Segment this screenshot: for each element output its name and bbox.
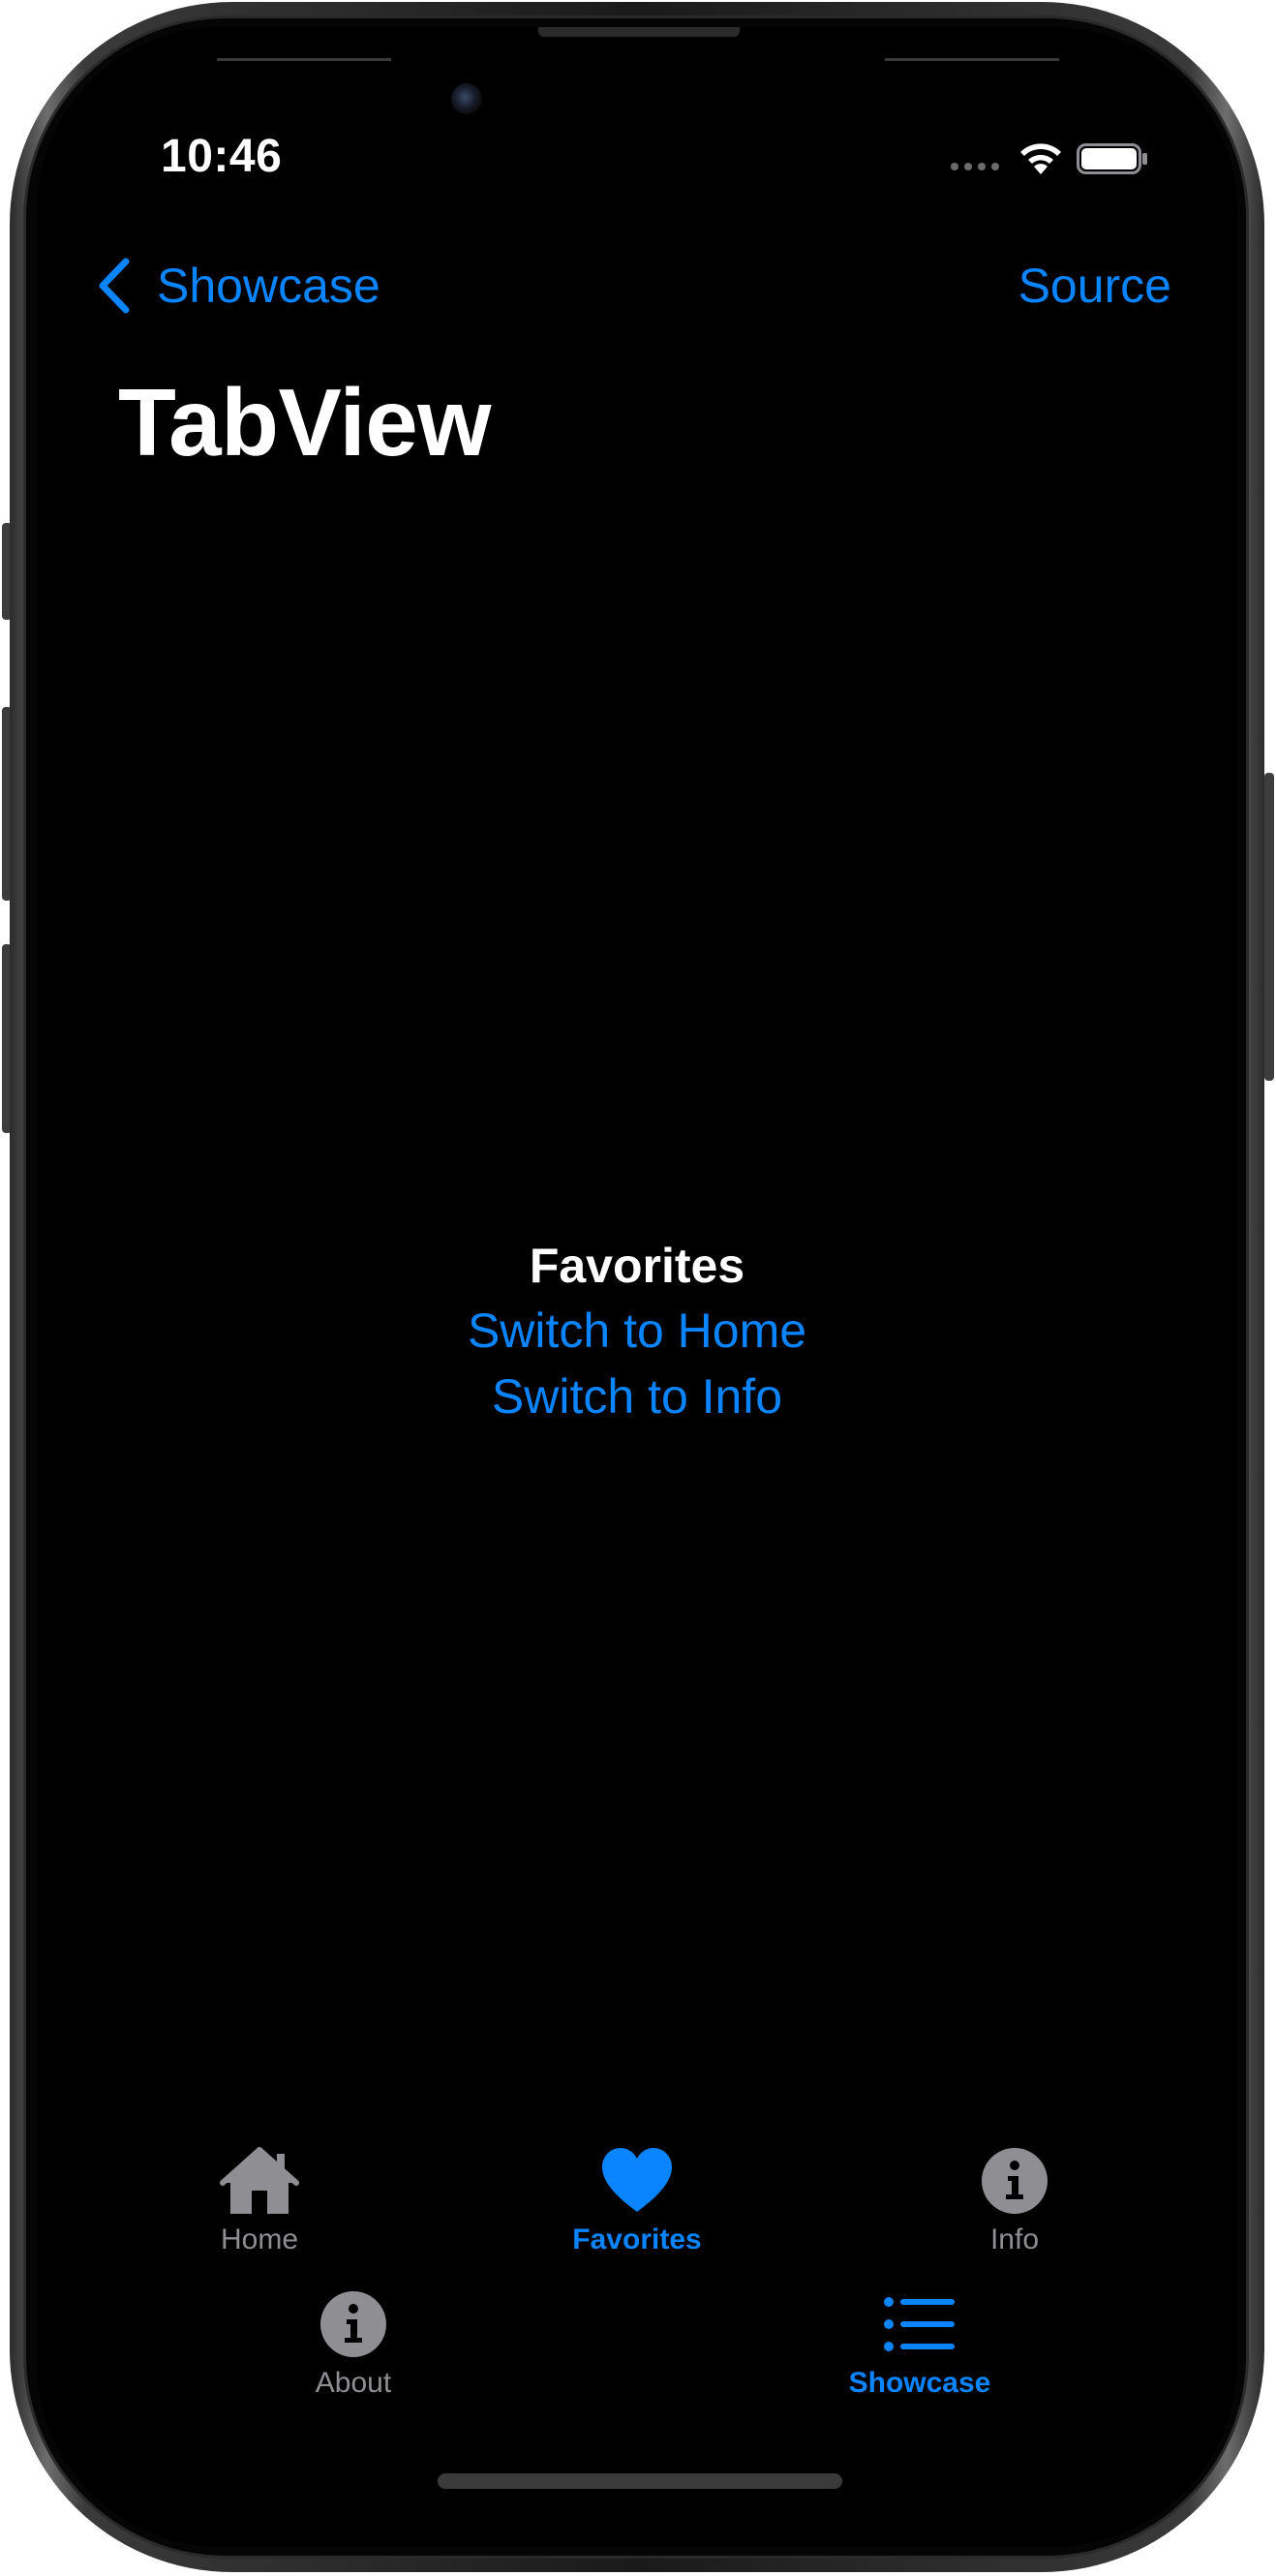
power-button: [1264, 773, 1274, 1081]
battery-icon: [1077, 143, 1147, 174]
front-camera: [451, 83, 482, 114]
page-title: TabView: [118, 369, 492, 475]
back-button-label: Showcase: [157, 259, 380, 313]
back-button[interactable]: Showcase: [95, 258, 380, 314]
antenna-line-left: [217, 58, 391, 61]
house-icon: [220, 2147, 299, 2214]
list-icon: [884, 2297, 955, 2351]
tab-about-label: About: [315, 2367, 392, 2399]
tab-content: Favorites Switch to Home Switch to Info: [37, 1234, 1237, 1429]
tab-showcase-label: Showcase: [848, 2367, 991, 2399]
switch-to-home-button[interactable]: Switch to Home: [37, 1298, 1237, 1364]
wifi-icon: [1020, 143, 1061, 174]
screen: 10:46 Showcase Source TabView Favorites …: [37, 27, 1237, 2547]
info-circle-icon: [982, 2148, 1048, 2214]
antenna-line-right: [885, 58, 1059, 61]
source-button[interactable]: Source: [1018, 258, 1171, 314]
tab-about[interactable]: About: [247, 2289, 460, 2400]
tab-home[interactable]: Home: [153, 2146, 366, 2256]
tab-showcase[interactable]: Showcase: [813, 2289, 1026, 2400]
tab-favorites[interactable]: Favorites: [531, 2146, 744, 2256]
cellular-signal-icon: [951, 163, 999, 170]
info-circle-icon: [320, 2291, 386, 2357]
chevron-left-icon: [99, 258, 130, 314]
home-indicator[interactable]: [438, 2473, 842, 2489]
tab-favorites-label: Favorites: [572, 2223, 702, 2255]
switch-to-info-button[interactable]: Switch to Info: [37, 1364, 1237, 1429]
tab-info-label: Info: [989, 2223, 1040, 2255]
iphone-device: 10:46 Showcase Source TabView Favorites …: [0, 0, 1276, 2576]
content-heading: Favorites: [529, 1239, 745, 1293]
tab-home-label: Home: [220, 2223, 299, 2255]
status-time: 10:46: [161, 131, 283, 182]
heart-icon: [602, 2148, 672, 2212]
speaker-grille: [538, 27, 740, 37]
tab-info[interactable]: Info: [908, 2146, 1121, 2256]
